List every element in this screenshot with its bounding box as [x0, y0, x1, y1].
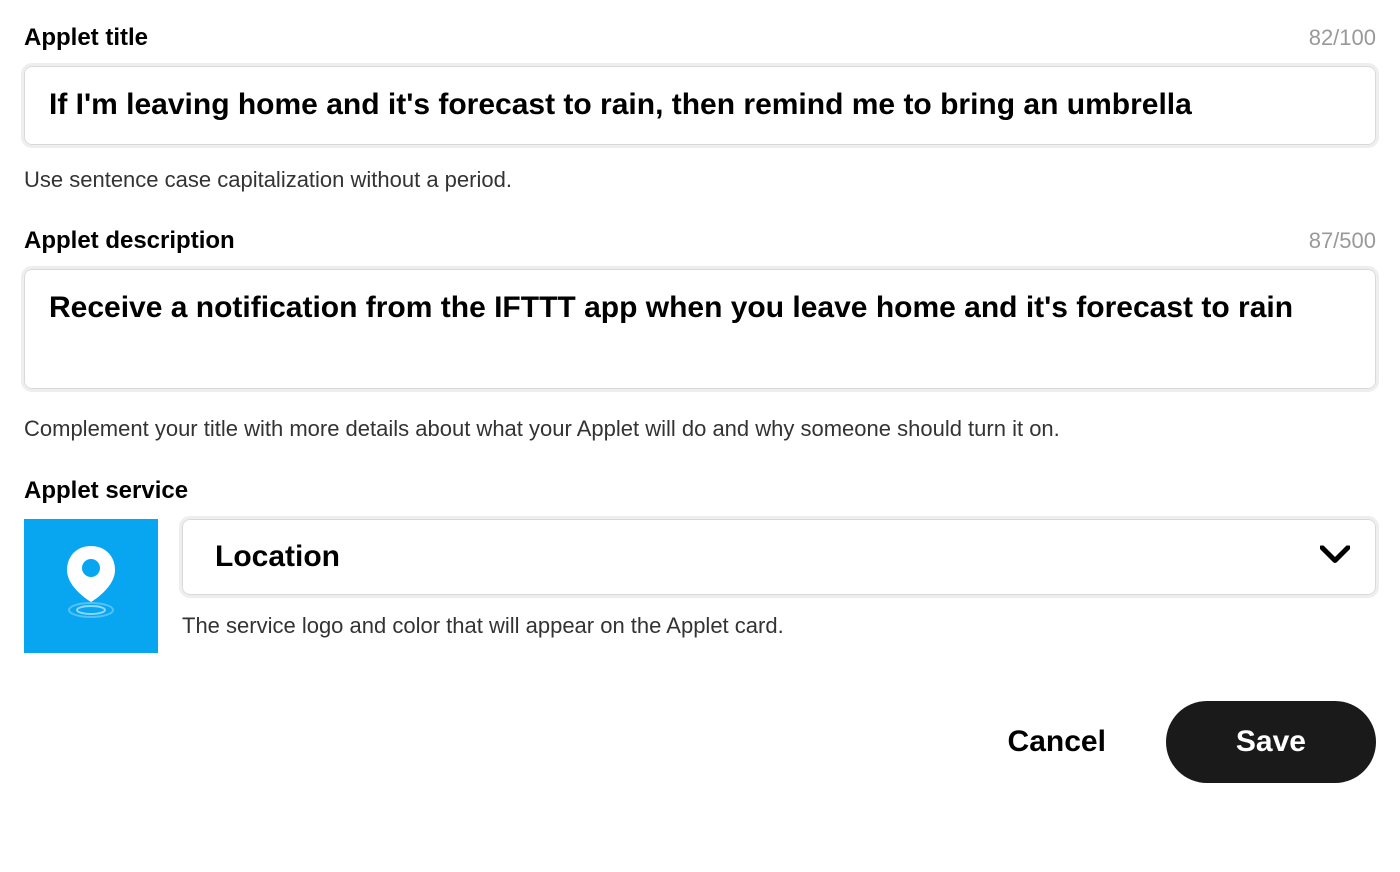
description-label: Applet description: [24, 227, 235, 255]
title-label: Applet title: [24, 24, 148, 52]
title-label-row: Applet title 82/100: [24, 24, 1376, 52]
service-select[interactable]: Location: [182, 519, 1376, 595]
save-button[interactable]: Save: [1166, 701, 1376, 783]
title-helper-text: Use sentence case capitalization without…: [24, 165, 1376, 196]
cancel-button[interactable]: Cancel: [1008, 725, 1106, 759]
service-select-wrap: Location: [182, 519, 1376, 595]
service-label-row: Applet service: [24, 477, 1376, 505]
applet-description-input[interactable]: Receive a notification from the IFTTT ap…: [24, 269, 1376, 389]
service-row: Location The service logo and color that…: [24, 519, 1376, 653]
description-label-row: Applet description 87/500: [24, 227, 1376, 255]
title-char-count: 82/100: [1309, 25, 1376, 51]
service-icon-box: [24, 519, 158, 653]
applet-title-input[interactable]: [24, 66, 1376, 145]
applet-description-section: Applet description 87/500 Receive a noti…: [24, 227, 1376, 445]
description-char-count: 87/500: [1309, 228, 1376, 254]
service-right-column: Location The service logo and color that…: [182, 519, 1376, 639]
location-pin-icon: [63, 546, 119, 627]
description-helper-text: Complement your title with more details …: [24, 414, 1376, 445]
service-helper-text: The service logo and color that will app…: [182, 613, 1376, 639]
service-label: Applet service: [24, 477, 188, 505]
applet-title-section: Applet title 82/100 Use sentence case ca…: [24, 24, 1376, 195]
applet-service-section: Applet service Location: [24, 477, 1376, 653]
actions-row: Cancel Save: [24, 701, 1376, 783]
